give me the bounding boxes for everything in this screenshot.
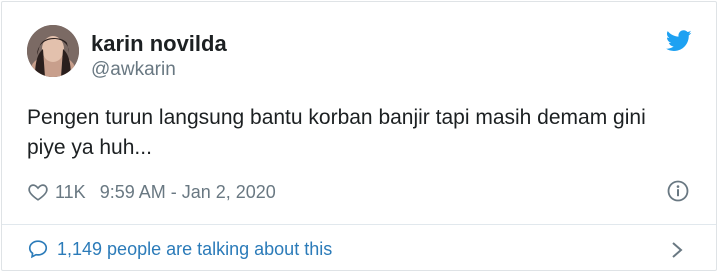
- tweet-timestamp[interactable]: 9:59 AM - Jan 2, 2020: [100, 182, 276, 203]
- info-icon[interactable]: [666, 179, 690, 203]
- like-count[interactable]: 11K: [55, 182, 86, 203]
- tweet-meta: 11K 9:59 AM - Jan 2, 2020: [27, 179, 276, 205]
- user-name[interactable]: karin novilda: [91, 32, 227, 56]
- twitter-bird-icon[interactable]: [665, 30, 692, 52]
- user-handle[interactable]: @awkarin: [91, 59, 176, 81]
- speech-bubble-icon: [27, 238, 49, 260]
- divider: [2, 224, 716, 225]
- talking-label[interactable]: 1,149 people are talking about this: [57, 239, 332, 260]
- tweet-card: karin novilda @awkarin Pengen turun lang…: [1, 1, 717, 271]
- chevron-right-icon[interactable]: [670, 240, 684, 260]
- tweet-text: Pengen turun langsung bantu korban banji…: [27, 106, 646, 159]
- conversation-link[interactable]: 1,149 people are talking about this: [27, 235, 332, 263]
- avatar[interactable]: [27, 25, 79, 77]
- heart-icon[interactable]: [27, 181, 49, 203]
